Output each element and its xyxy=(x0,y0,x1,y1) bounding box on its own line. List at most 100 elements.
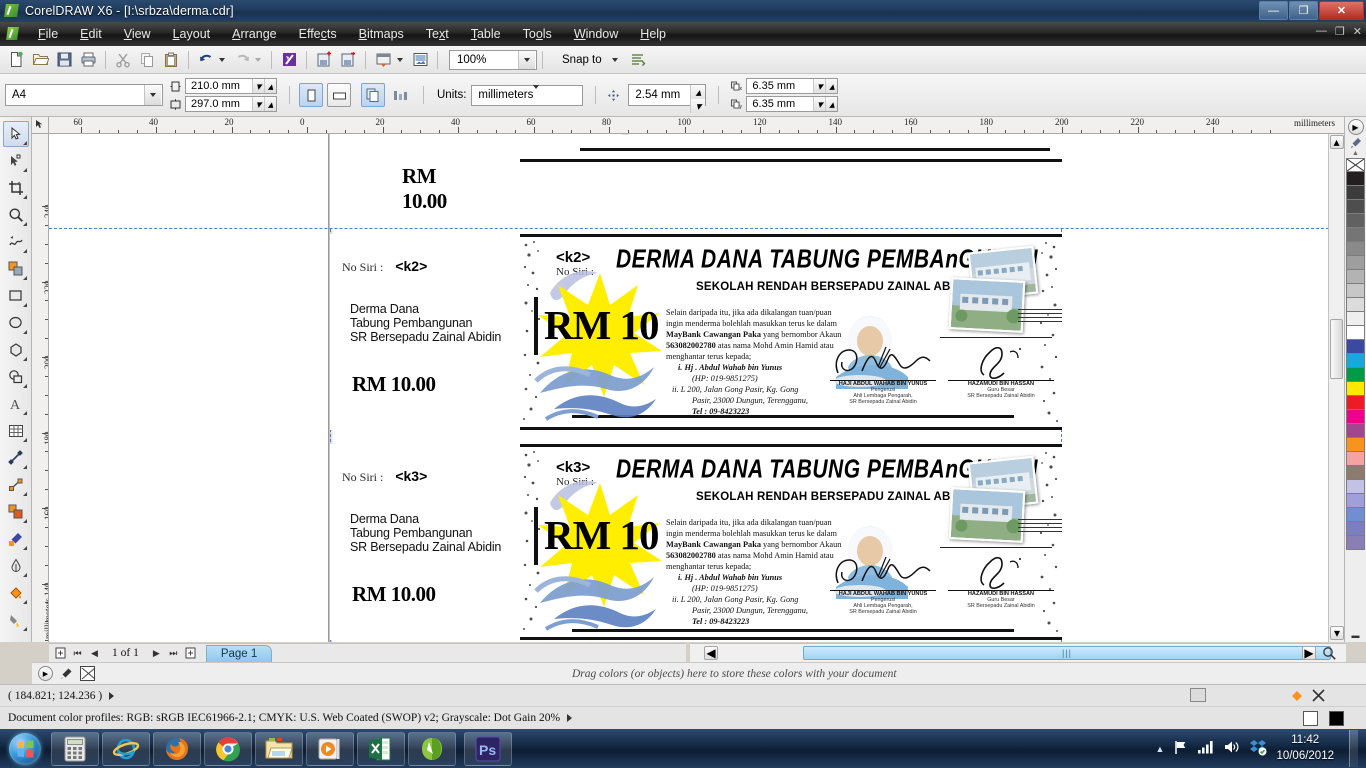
zoom-tool[interactable] xyxy=(3,202,29,228)
application-launcher-button[interactable] xyxy=(408,48,432,72)
palette-swatch[interactable] xyxy=(1346,396,1365,410)
ticket-1-main[interactable]: RM 10 menghantar terus kepada; i. Hj . A… xyxy=(520,134,1062,162)
palette-swatch[interactable] xyxy=(1346,410,1365,424)
ticket-1-stub[interactable]: RM 10.00 xyxy=(330,134,470,228)
document-palette[interactable]: ▶ Drag colors (or objects) here to store… xyxy=(32,662,1366,684)
page-height-field[interactable]: 297.0 mm ▾ ▴ xyxy=(185,96,277,112)
minimize-button[interactable]: — xyxy=(1259,1,1288,20)
taskbar-firefox[interactable] xyxy=(153,731,201,766)
palette-swatch[interactable] xyxy=(1346,284,1365,298)
scroll-up-button[interactable]: ▴ xyxy=(1329,135,1344,149)
close-button[interactable]: ✕ xyxy=(1319,1,1364,20)
shape-tool[interactable] xyxy=(3,148,29,174)
show-hidden-icons-button[interactable]: ▲ xyxy=(1156,744,1165,754)
add-page-start-button[interactable] xyxy=(53,646,68,661)
smart-fill-tool[interactable] xyxy=(3,256,29,282)
taskbar-clock[interactable]: 11:42 10/06/2012 xyxy=(1276,733,1334,764)
page-width-spinner[interactable]: ▾ ▴ xyxy=(252,79,276,93)
crop-tool[interactable] xyxy=(3,175,29,201)
fill-tool[interactable] xyxy=(3,580,29,606)
outline-tool[interactable] xyxy=(3,553,29,579)
menu-item-text[interactable]: Text xyxy=(415,24,460,44)
color-profiles-expand-arrow-icon[interactable] xyxy=(567,714,573,722)
zoom-dropdown-arrow-icon[interactable] xyxy=(518,50,535,69)
ticket-row-3[interactable]: No Siri : <k3> Derma Dana Tabung Pembang… xyxy=(330,444,1062,640)
units-dropdown-arrow-icon[interactable] xyxy=(533,85,540,101)
print-button[interactable] xyxy=(76,48,100,72)
taskbar-explorer[interactable] xyxy=(255,731,303,766)
menu-item-file[interactable]: File xyxy=(27,24,69,44)
palette-swatch[interactable] xyxy=(1346,340,1365,354)
color-eyedropper-tool[interactable] xyxy=(3,526,29,552)
taskbar-media-player[interactable] xyxy=(306,731,354,766)
palette-swatch[interactable] xyxy=(1346,354,1365,368)
table-tool[interactable] xyxy=(3,418,29,444)
menu-item-tools[interactable]: Tools xyxy=(512,24,563,44)
scroll-left-button[interactable]: ◀ xyxy=(704,646,718,660)
palette-swatch[interactable] xyxy=(1346,452,1365,466)
page-tab-page-1[interactable]: Page 1 xyxy=(205,644,273,662)
palette-swatch[interactable] xyxy=(1346,480,1365,494)
duplicate-x-spinner[interactable]: ▾ ▴ xyxy=(813,79,838,93)
save-button[interactable] xyxy=(52,48,76,72)
palette-swatch[interactable] xyxy=(1346,508,1365,522)
import-button[interactable] xyxy=(312,48,336,72)
fill-color-swatch[interactable] xyxy=(1303,711,1318,726)
ticket-2-main[interactable]: <k2> No Siri : RM 10 DERMA DANA TABUNG P… xyxy=(520,234,1062,430)
menu-item-bitmaps[interactable]: Bitmaps xyxy=(348,24,415,44)
cut-button[interactable] xyxy=(111,48,135,72)
zoom-level-combo[interactable]: 100% xyxy=(449,49,537,70)
taskbar-chrome[interactable] xyxy=(204,731,252,766)
vertical-scrollbar[interactable]: ▴ ▾ xyxy=(1328,134,1344,642)
palette-swatch[interactable] xyxy=(1346,326,1365,340)
zoom-to-page-button[interactable] xyxy=(1322,646,1336,660)
doc-minimize-button[interactable]: — xyxy=(1316,25,1327,38)
speaker-icon[interactable] xyxy=(1223,740,1240,757)
palette-eyedropper-icon[interactable] xyxy=(1348,135,1364,150)
current-page-button[interactable] xyxy=(389,83,413,107)
taskbar-internet-explorer[interactable] xyxy=(102,731,150,766)
menu-item-arrange[interactable]: Arrange xyxy=(221,24,287,44)
new-document-button[interactable] xyxy=(4,48,28,72)
palette-swatch[interactable] xyxy=(1346,368,1365,382)
pick-tool[interactable] xyxy=(2,121,29,147)
ticket-row-2[interactable]: No Siri : <k2> Derma Dana Tabung Pembang… xyxy=(330,234,1062,430)
duplicate-y-field[interactable]: 6.35 mm ▾ ▴ xyxy=(746,96,839,112)
dimension-tool[interactable] xyxy=(3,445,29,471)
paste-button[interactable] xyxy=(159,48,183,72)
interactive-fill-tool[interactable] xyxy=(3,607,29,633)
taskbar-photoshop[interactable]: Ps xyxy=(464,731,512,766)
units-combo[interactable]: millimeters xyxy=(471,84,584,106)
palette-nav-icon[interactable]: ▶ xyxy=(38,666,53,681)
color-palette[interactable]: ▶ ▲ ▬ xyxy=(1344,117,1366,642)
paper-type-dropdown-arrow-icon[interactable] xyxy=(144,85,161,105)
document-menu-icon[interactable] xyxy=(5,26,21,42)
page-height-spinner[interactable]: ▾ ▴ xyxy=(252,97,276,111)
paper-type-combo[interactable]: A4 xyxy=(5,84,163,106)
polygon-tool[interactable] xyxy=(3,337,29,363)
menu-item-table[interactable]: Table xyxy=(460,24,512,44)
snap-to-button[interactable]: Snap to xyxy=(556,50,608,70)
page-width-field[interactable]: 210.0 mm ▾ ▴ xyxy=(185,78,277,94)
redo-button[interactable] xyxy=(230,48,254,72)
horizontal-scrollbar[interactable]: ◀ ||| ▶ xyxy=(690,643,1346,662)
ellipse-tool[interactable] xyxy=(3,310,29,336)
action-center-flag-icon[interactable] xyxy=(1173,740,1188,758)
freehand-tool[interactable] xyxy=(3,229,29,255)
eyedropper-icon[interactable] xyxy=(58,666,74,682)
palette-swatch[interactable] xyxy=(1346,172,1365,186)
doc-maximize-button[interactable]: ❐ xyxy=(1335,25,1345,38)
pdf-dropdown-arrow-icon[interactable] xyxy=(397,57,403,62)
palette-swatch[interactable] xyxy=(1346,424,1365,438)
ticket-3-main[interactable]: <k3> No Siri : RM 10 DERMA DANA TABUNG P… xyxy=(520,444,1062,640)
first-page-button[interactable]: ⏮ xyxy=(70,646,85,661)
vertical-ruler[interactable]: 240 220 200 180 160 140 millimeters xyxy=(32,134,49,642)
taskbar-calculator[interactable] xyxy=(51,731,99,766)
ruler-origin-button[interactable] xyxy=(32,117,49,134)
palette-scroll-down-icon[interactable]: ▬ xyxy=(1345,631,1366,640)
nudge-offset-field[interactable]: 2.54 mm ▴ ▾ xyxy=(628,84,707,113)
connector-tool[interactable] xyxy=(3,472,29,498)
publish-pdf-button[interactable] xyxy=(371,48,395,72)
ticket-3-stub[interactable]: No Siri : <k3> Derma Dana Tabung Pembang… xyxy=(330,444,520,640)
ticket-row-1[interactable]: RM 10.00 RM 10 menghantar terus kepada; xyxy=(330,134,1062,228)
